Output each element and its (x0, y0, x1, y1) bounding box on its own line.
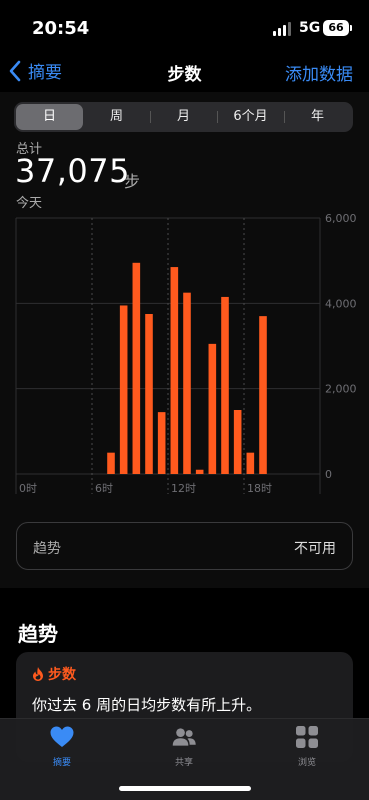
bar (157, 412, 166, 474)
bar (233, 410, 242, 474)
bar (259, 316, 267, 474)
segment-day[interactable]: 日 (16, 104, 83, 130)
bar (132, 262, 141, 474)
tab-sharing[interactable]: 共享 (144, 725, 224, 768)
trend-card-title: 步数 (48, 667, 76, 683)
trend-row[interactable]: 趋势 不可用 (16, 522, 353, 570)
total-value: 37,075 (15, 152, 130, 190)
bar (195, 469, 204, 474)
network-label: 5G (299, 20, 321, 36)
battery-icon: 66 (323, 20, 352, 36)
status-time: 20:54 (32, 18, 90, 39)
trends-section-title: 趋势 (18, 622, 58, 646)
y-tick-label: 6,000 (325, 212, 357, 225)
tab-sharing-label: 共享 (174, 758, 193, 768)
period-segmented-control: 日 周 月 6个月 年 (14, 102, 353, 132)
segment-year[interactable]: 年 (284, 104, 351, 130)
tab-browse-label: 浏览 (297, 758, 316, 768)
segment-week[interactable]: 周 (83, 104, 150, 130)
bar (119, 305, 128, 474)
trend-card-header: 步数 (32, 664, 76, 684)
bar (170, 267, 179, 474)
tab-browse[interactable]: 浏览 (267, 725, 347, 768)
trend-card-text: 你过去 6 周的日均步数有所上升。 (32, 696, 262, 714)
trend-label: 趋势 (33, 541, 61, 557)
navigation-bar: 摘要 步数 添加数据 (0, 56, 369, 88)
x-tick-label: 6时 (95, 482, 113, 495)
status-bar: 20:54 5G 66 (0, 0, 369, 52)
x-tick-label: 12时 (171, 482, 196, 495)
tab-summary-label: 摘要 (52, 758, 71, 768)
x-tick-label: 18时 (247, 482, 272, 495)
y-tick-label: 4,000 (325, 297, 357, 310)
trend-value: 不可用 (294, 541, 336, 557)
segment-month[interactable]: 月 (150, 104, 217, 130)
grid-icon (296, 726, 318, 748)
bar (221, 296, 229, 474)
flame-icon (33, 667, 43, 681)
steps-chart[interactable]: 0 2,000 4,000 6,000 0时 6时 12时 18时 (0, 208, 369, 504)
bar (246, 452, 255, 474)
add-data-button[interactable]: 添加数据 (285, 60, 353, 85)
tab-summary[interactable]: 摘要 (22, 725, 102, 768)
signal-icon (273, 22, 293, 36)
bar (208, 343, 217, 474)
bar (107, 452, 115, 474)
bar (183, 292, 191, 474)
segment-6-months[interactable]: 6个月 (217, 104, 284, 130)
people-icon (172, 728, 196, 746)
bar (145, 314, 153, 474)
y-tick-label: 0 (325, 468, 332, 481)
home-indicator (119, 786, 251, 791)
heart-icon (50, 726, 74, 747)
y-tick-label: 2,000 (325, 383, 357, 396)
total-unit: 步 (124, 172, 141, 191)
x-tick-label: 0时 (19, 482, 37, 495)
